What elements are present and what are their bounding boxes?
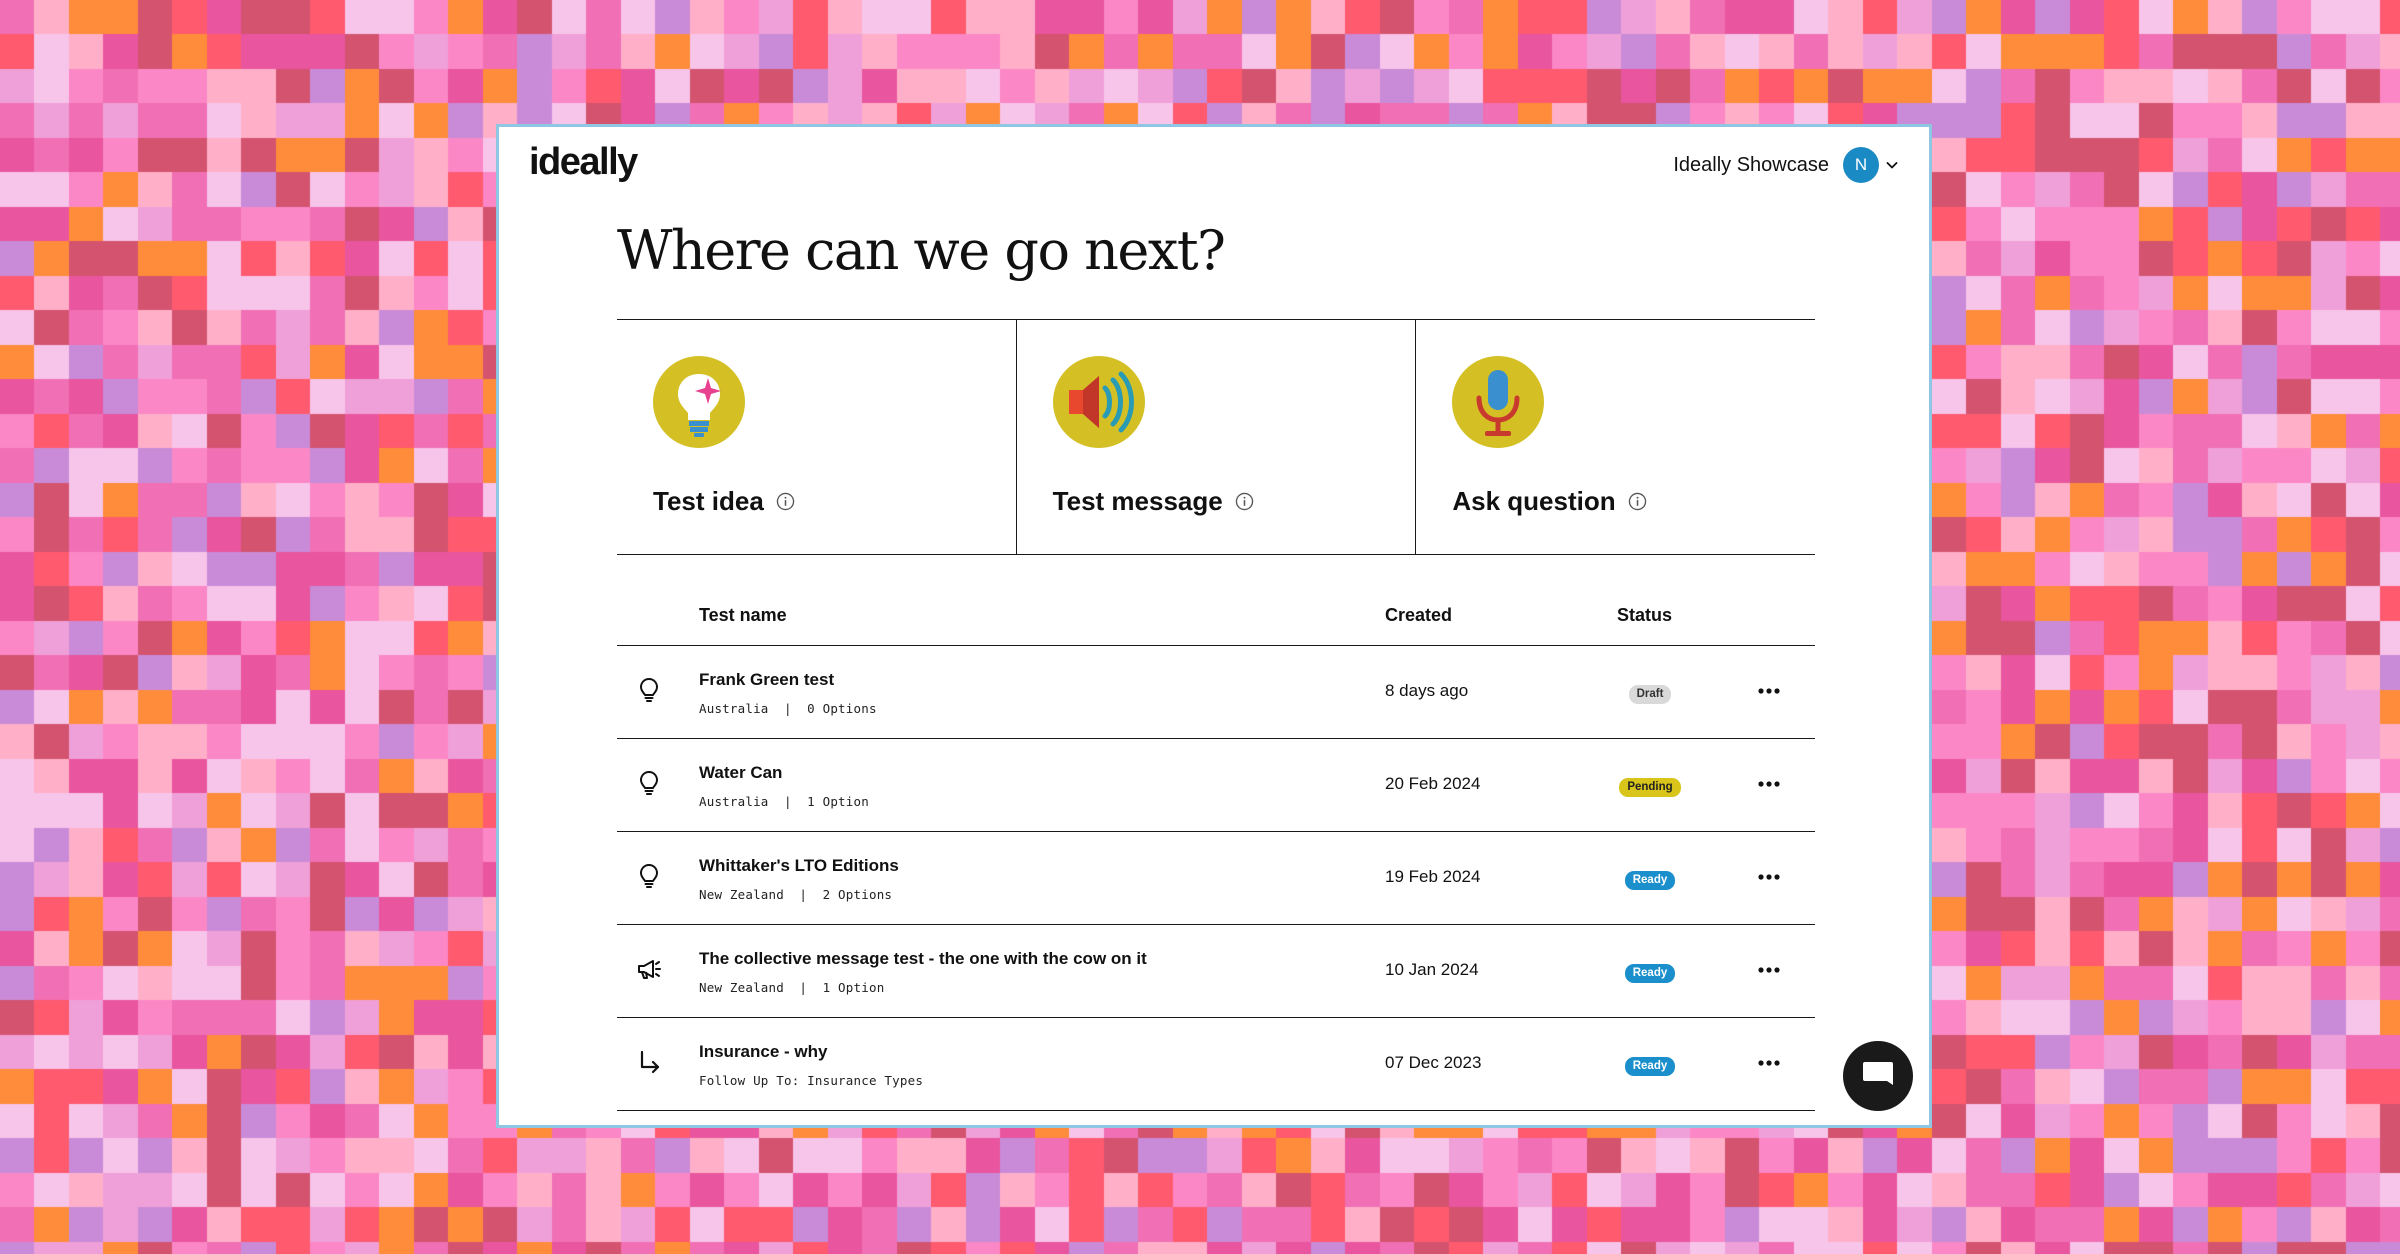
card-label: Ask question xyxy=(1452,486,1646,517)
status-badge: Ready xyxy=(1624,1057,1676,1076)
app-window: ideally Ideally Showcase N Where can we … xyxy=(496,124,1932,1128)
speaker-icon xyxy=(1052,356,1145,448)
table-row[interactable]: Insurance - why Follow Up To: Insurance … xyxy=(617,1018,1815,1111)
table-header: Test name Created Status xyxy=(617,553,1815,646)
table-row[interactable]: Frank Green test Australia | 0 Options 8… xyxy=(617,646,1815,739)
card-label: Test idea xyxy=(653,486,795,517)
lightbulb-icon xyxy=(640,771,658,795)
microphone-icon xyxy=(1452,356,1545,448)
table-row[interactable]: The collective message test - the one wi… xyxy=(617,925,1815,1018)
page-title: Where can we go next? xyxy=(617,219,1226,282)
created-date: 07 Dec 2023 xyxy=(1385,1053,1482,1072)
created-date: 19 Feb 2024 xyxy=(1385,867,1481,886)
chat-launcher-button[interactable] xyxy=(1843,1041,1913,1111)
created-date: 8 days ago xyxy=(1385,681,1469,700)
column-header-status[interactable]: Status xyxy=(1617,605,1672,626)
avatar[interactable]: N xyxy=(1843,147,1879,183)
info-icon[interactable] xyxy=(1235,492,1254,511)
create-test-cards: Test idea Test message Ask question xyxy=(617,319,1815,555)
test-meta: New Zealand | 2 Options xyxy=(699,887,893,902)
info-icon[interactable] xyxy=(776,492,795,511)
card-test-idea[interactable]: Test idea xyxy=(617,320,1016,554)
test-name[interactable]: Frank Green test xyxy=(699,670,834,690)
test-meta: Follow Up To: Insurance Types xyxy=(699,1073,924,1088)
tests-table: Test name Created Status Frank Green tes… xyxy=(617,553,1815,1111)
account-menu[interactable]: Ideally Showcase N xyxy=(1673,147,1899,183)
status-badge: Pending xyxy=(1619,778,1681,797)
lightbulb-icon xyxy=(640,864,658,888)
card-ask-question[interactable]: Ask question xyxy=(1415,320,1815,554)
card-test-message[interactable]: Test message xyxy=(1015,320,1416,554)
column-header-created[interactable]: Created xyxy=(1385,605,1452,626)
lightbulb-icon xyxy=(640,678,658,702)
chevron-down-icon[interactable] xyxy=(1885,158,1899,172)
test-meta: Australia | 1 Option xyxy=(699,794,869,809)
test-meta: Australia | 0 Options xyxy=(699,701,877,716)
info-icon[interactable] xyxy=(1628,492,1647,511)
account-name[interactable]: Ideally Showcase xyxy=(1673,154,1829,177)
card-label: Test message xyxy=(1053,486,1254,517)
column-header-test-name[interactable]: Test name xyxy=(699,605,787,626)
card-label-text: Test idea xyxy=(653,486,764,516)
created-date: 20 Feb 2024 xyxy=(1385,774,1481,793)
status-badge: Ready xyxy=(1624,964,1676,983)
status-badge: Draft xyxy=(1628,685,1672,704)
table-row[interactable]: Water Can Australia | 1 Option 20 Feb 20… xyxy=(617,739,1815,832)
chat-bubble-icon xyxy=(1863,1062,1893,1085)
table-row[interactable]: Whittaker's LTO Editions New Zealand | 2… xyxy=(617,832,1815,925)
card-label-text: Test message xyxy=(1052,486,1223,516)
megaphone-icon xyxy=(638,960,661,979)
test-meta: New Zealand | 1 Option xyxy=(699,980,885,995)
test-name[interactable]: Whittaker's LTO Editions xyxy=(699,856,899,876)
follow-up-arrow-icon xyxy=(640,1050,660,1074)
more-options-icon[interactable] xyxy=(1755,865,1783,889)
more-options-icon[interactable] xyxy=(1755,772,1783,796)
more-options-icon[interactable] xyxy=(1755,679,1783,703)
logo[interactable]: ideally xyxy=(529,141,638,184)
test-name[interactable]: Water Can xyxy=(699,763,782,783)
test-name[interactable]: Insurance - why xyxy=(699,1042,827,1062)
card-label-text: Ask question xyxy=(1452,486,1616,516)
more-options-icon[interactable] xyxy=(1755,1051,1783,1075)
test-name[interactable]: The collective message test - the one wi… xyxy=(699,949,1147,969)
more-options-icon[interactable] xyxy=(1755,958,1783,982)
status-badge: Ready xyxy=(1624,871,1676,890)
created-date: 10 Jan 2024 xyxy=(1385,960,1479,979)
lightbulb-icon xyxy=(653,356,745,448)
